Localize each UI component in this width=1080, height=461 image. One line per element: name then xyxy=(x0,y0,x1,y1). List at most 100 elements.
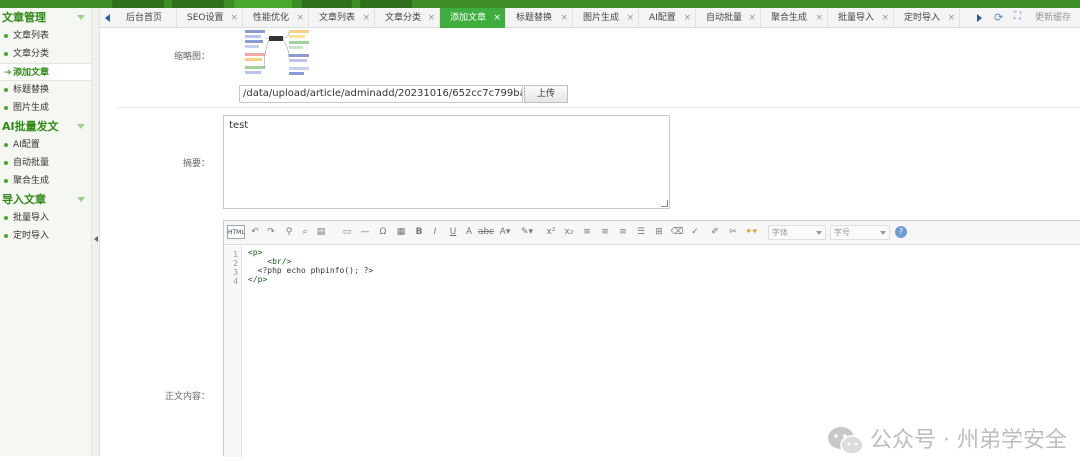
redo-icon[interactable]: ↷ xyxy=(264,225,278,239)
thumbnail-path-input[interactable]: /data/upload/article/adminadd/20231016/6… xyxy=(239,85,523,103)
thumbnail-image[interactable] xyxy=(243,28,311,80)
sidebar-group-article[interactable]: 文章管理 xyxy=(0,8,91,27)
close-icon[interactable]: × xyxy=(296,8,304,28)
align-right-icon[interactable]: ≡ xyxy=(616,225,630,239)
close-icon[interactable]: × xyxy=(230,8,238,28)
html-source-button[interactable]: HTML xyxy=(227,225,245,239)
underline-icon[interactable]: U xyxy=(446,225,460,239)
sidebar-group-import[interactable]: 导入文章 xyxy=(0,190,91,209)
top-menu-button-active[interactable] xyxy=(234,0,292,8)
refresh-cache-button[interactable]: 更新缓存 xyxy=(1035,8,1071,28)
tab-bar: 后台首页 SEO设置 × 性能优化 × 文章列表 × 文章分类 × 添加文章 × 标题替换… xyxy=(100,8,1080,28)
brush-icon[interactable]: ✓ xyxy=(688,225,702,239)
strikethrough-icon[interactable]: abc xyxy=(478,225,494,239)
tab-label: 聚合生成 xyxy=(771,13,808,23)
close-icon[interactable]: × xyxy=(947,8,955,28)
code-editor[interactable]: <p> <br/> <?php echo phpinfo(); ?> </p> xyxy=(248,248,373,284)
font-size-value: 字号 xyxy=(834,228,850,237)
format-painter-icon[interactable]: ⊞ xyxy=(652,225,666,239)
top-menu-button[interactable] xyxy=(172,0,224,8)
sidebar-item-ai-config[interactable]: AI配置 xyxy=(0,136,91,154)
sidebar: 文章管理 文章列表 文章分类 ➔ 添加文章 标题替换 图片生成 AI批量发文 AI… xyxy=(0,8,92,456)
tab-scroll-right-icon[interactable] xyxy=(977,14,982,22)
horizontal-rule-icon[interactable]: — xyxy=(358,225,372,239)
sidebar-group-ai[interactable]: AI批量发文 xyxy=(0,117,91,136)
close-icon[interactable]: × xyxy=(748,8,756,28)
tab-article-category[interactable]: 文章分类 × xyxy=(375,8,440,28)
tab-image-generate[interactable]: 图片生成 × xyxy=(573,8,639,28)
tab-scheduled-import[interactable]: 定时导入 × xyxy=(894,8,960,28)
font-border-icon[interactable]: A xyxy=(462,225,476,239)
font-size-select[interactable]: 字号 xyxy=(830,225,890,240)
superscript-icon[interactable]: x² xyxy=(544,225,558,239)
align-justify-icon[interactable]: ☰ xyxy=(634,225,648,239)
eraser-icon[interactable]: ✂ xyxy=(726,225,740,239)
top-menu-button[interactable] xyxy=(112,0,164,8)
close-icon[interactable]: × xyxy=(683,8,691,28)
bold-icon[interactable]: B xyxy=(412,225,426,239)
refresh-icon[interactable]: ⟳ xyxy=(994,11,1003,24)
tab-ai-config[interactable]: AI配置 × xyxy=(639,8,696,28)
line-number-gutter: 1 2 3 4 xyxy=(224,246,242,457)
close-icon[interactable]: × xyxy=(815,8,823,28)
sidebar-splitter[interactable] xyxy=(92,8,100,456)
tab-scroll-left-icon[interactable] xyxy=(105,14,110,22)
clear-format-icon[interactable]: ⌫ xyxy=(670,225,684,239)
table-icon[interactable]: ▦ xyxy=(394,225,408,239)
undo-icon[interactable]: ↶ xyxy=(248,225,262,239)
chevron-down-icon[interactable] xyxy=(77,15,85,20)
close-icon[interactable]: × xyxy=(560,8,568,28)
tab-seo[interactable]: SEO设置 × xyxy=(177,8,243,28)
close-icon[interactable]: × xyxy=(881,8,889,28)
search-replace-icon[interactable]: ⌕ xyxy=(298,225,312,239)
tab-label: 图片生成 xyxy=(583,13,620,23)
sidebar-item-article-category[interactable]: 文章分类 xyxy=(0,45,91,63)
special-char-icon[interactable]: Ω xyxy=(376,225,390,239)
chevron-down-icon[interactable] xyxy=(77,124,85,129)
fullscreen-icon[interactable]: ⛶ xyxy=(1014,11,1021,22)
font-color-icon[interactable]: A▾ xyxy=(498,225,512,239)
align-center-icon[interactable]: ≡ xyxy=(598,225,612,239)
summary-textarea[interactable]: test xyxy=(223,115,670,209)
close-icon[interactable]: × xyxy=(626,8,634,28)
pencil-icon[interactable]: ✐ xyxy=(708,225,722,239)
tab-add-article[interactable]: 添加文章 × xyxy=(440,8,506,28)
tab-batch-import[interactable]: 批量导入 × xyxy=(828,8,894,28)
emoticon-icon[interactable]: ✦▾ xyxy=(744,225,758,239)
help-icon[interactable]: ? xyxy=(895,226,907,238)
collapse-arrow-icon[interactable] xyxy=(94,236,98,242)
sidebar-item-article-list[interactable]: 文章列表 xyxy=(0,27,91,45)
tab-performance[interactable]: 性能优化 × xyxy=(243,8,309,28)
font-family-select[interactable]: 字体 xyxy=(768,225,826,240)
align-left-icon[interactable]: ≡ xyxy=(580,225,594,239)
subscript-icon[interactable]: x₂ xyxy=(562,225,576,239)
close-icon[interactable]: × xyxy=(362,8,370,28)
tab-home[interactable]: 后台首页 xyxy=(116,8,177,28)
chevron-down-icon[interactable] xyxy=(77,197,85,202)
paste-icon[interactable]: ▤ xyxy=(314,225,328,239)
tab-title-replace[interactable]: 标题替换 × xyxy=(506,8,573,28)
find-icon[interactable]: ⚲ xyxy=(282,225,296,239)
resize-grip-icon[interactable] xyxy=(661,200,668,207)
image-icon[interactable]: ▭ xyxy=(340,225,354,239)
tab-auto-batch[interactable]: 自动批量 × xyxy=(696,8,761,28)
sidebar-item-auto-batch[interactable]: 自动批量 xyxy=(0,154,91,172)
sidebar-item-aggregate[interactable]: 聚合生成 xyxy=(0,172,91,190)
code-line: <p> xyxy=(248,248,263,257)
code-line: </p> xyxy=(248,275,268,284)
top-menu-button[interactable] xyxy=(360,0,412,8)
sidebar-item-image-generate[interactable]: 图片生成 xyxy=(0,99,91,117)
close-icon[interactable]: × xyxy=(493,8,501,28)
sidebar-item-scheduled-import[interactable]: 定时导入 xyxy=(0,227,91,245)
tab-aggregate[interactable]: 聚合生成 × xyxy=(761,8,828,28)
close-icon[interactable]: × xyxy=(427,8,435,28)
highlight-icon[interactable]: ✎▾ xyxy=(520,225,534,239)
sidebar-item-add-article[interactable]: ➔ 添加文章 xyxy=(0,63,91,81)
italic-icon[interactable]: I xyxy=(428,225,442,239)
top-menu-button[interactable] xyxy=(302,0,352,8)
upload-button[interactable]: 上传 xyxy=(524,85,568,103)
main-content: 缩略图： /data/upload/article/adminadd/20231… xyxy=(100,28,1080,457)
tab-article-list[interactable]: 文章列表 × xyxy=(309,8,375,28)
sidebar-item-batch-import[interactable]: 批量导入 xyxy=(0,209,91,227)
sidebar-item-title-replace[interactable]: 标题替换 xyxy=(0,81,91,99)
